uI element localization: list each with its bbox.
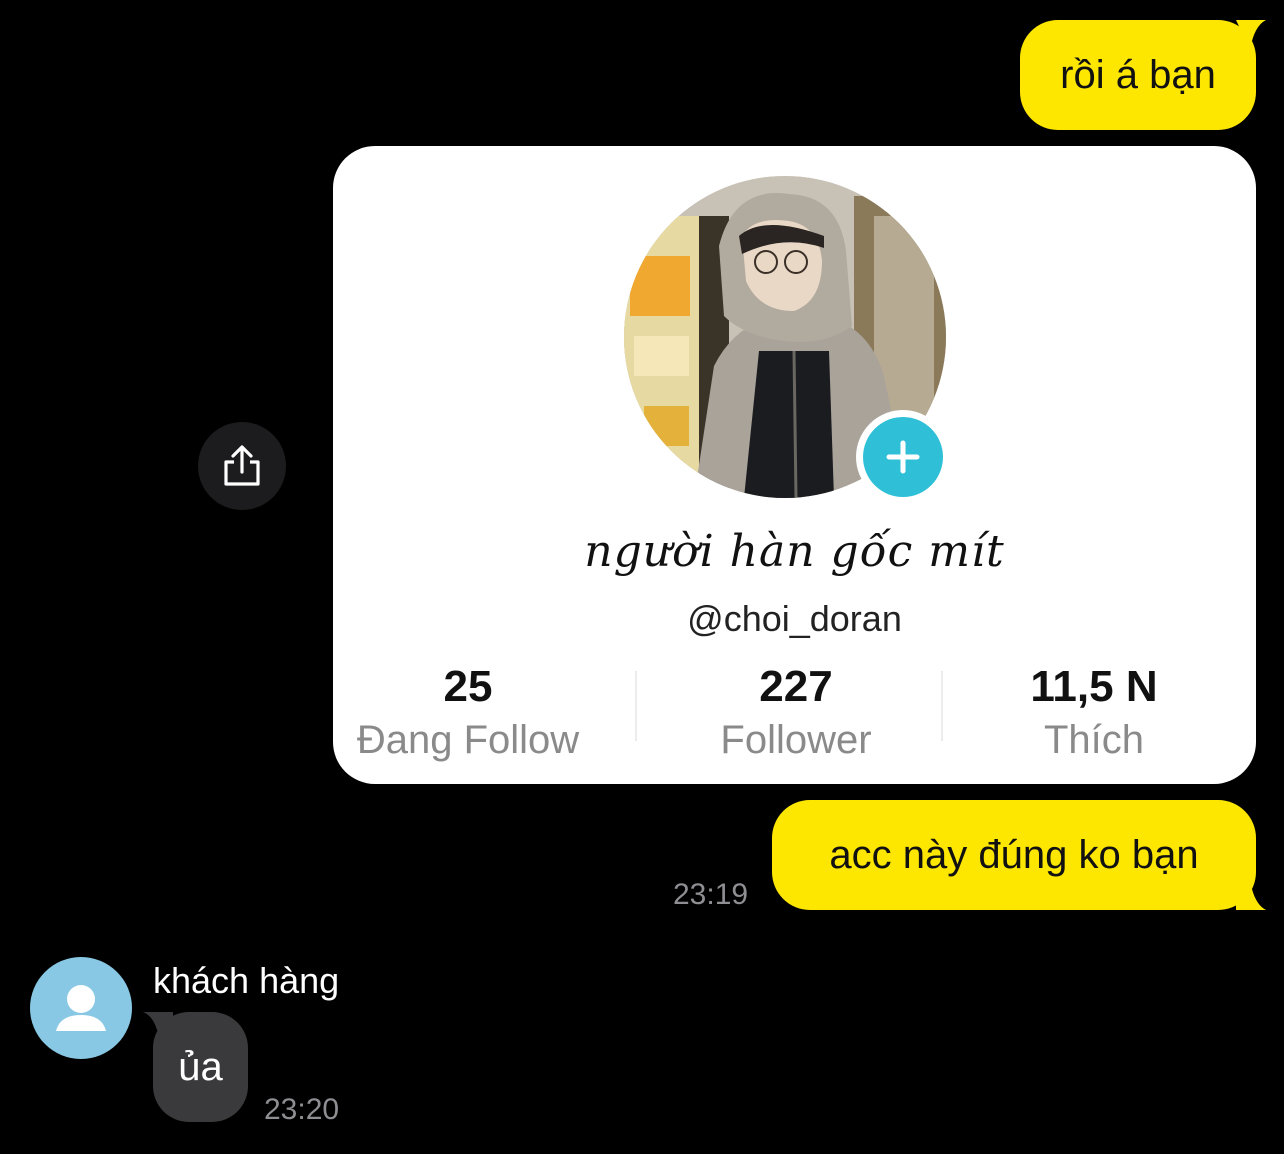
plus-icon — [886, 440, 920, 474]
divider — [635, 671, 637, 741]
incoming-message[interactable]: ủa — [153, 1012, 248, 1122]
stat-label: Đang Follow — [356, 718, 580, 762]
message-timestamp: 23:19 — [673, 878, 749, 911]
message-text: ủa — [178, 1044, 223, 1089]
profile-handle: @choi_doran — [687, 598, 902, 639]
stat-following: 25 Đang Follow — [333, 661, 618, 767]
profile-display-name: người hàn gốc mít — [584, 526, 1005, 577]
stat-value: 25 — [443, 662, 493, 711]
sender-avatar[interactable] — [30, 957, 132, 1059]
message-text: acc này đúng ko bạn — [829, 833, 1199, 877]
stat-label: Thích — [1043, 718, 1145, 762]
outgoing-message[interactable]: acc này đúng ko bạn — [772, 800, 1256, 910]
follow-plus-button[interactable] — [856, 410, 950, 504]
person-icon — [56, 985, 106, 1031]
outgoing-message[interactable]: rồi á bạn — [1020, 20, 1256, 130]
sender-name: khách hàng — [153, 960, 340, 1001]
divider — [941, 671, 943, 741]
stat-value: 11,5 N — [1030, 662, 1158, 711]
stat-followers: 227 Follower — [646, 661, 946, 767]
stat-value: 227 — [759, 662, 833, 711]
stat-label: Follower — [720, 718, 872, 762]
message-text: rồi á bạn — [1060, 53, 1216, 97]
shared-image-message[interactable]: người hàn gốc mít @choi_doran 25 Đang Fo… — [333, 146, 1256, 784]
stat-likes: 11,5 N Thích — [944, 661, 1244, 767]
message-timestamp: 23:20 — [264, 1093, 340, 1126]
share-icon — [224, 445, 260, 486]
share-button[interactable] — [198, 422, 286, 510]
